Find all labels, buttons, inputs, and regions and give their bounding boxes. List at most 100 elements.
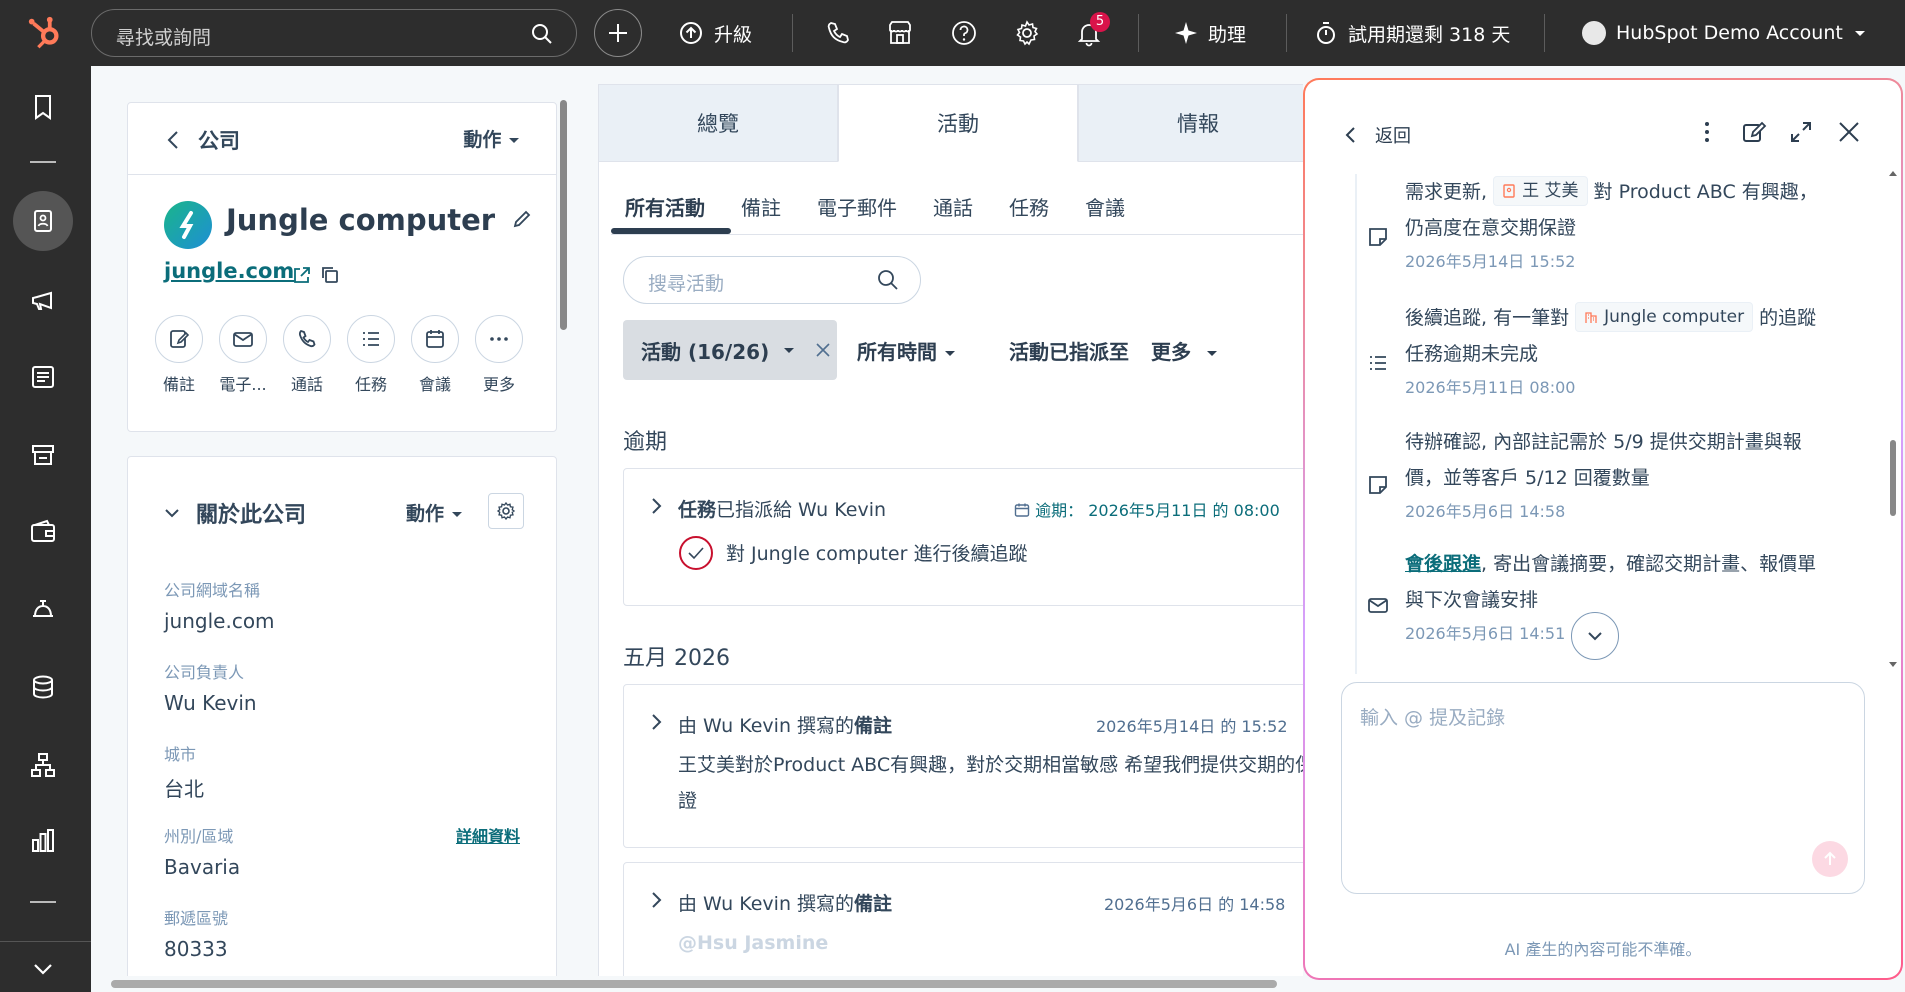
note-activity-card[interactable]: 由 Wu Kevin 撰寫的備註 2026年5月6日 的 14:58 @Hsu … (623, 862, 1303, 992)
about-actions-dropdown[interactable]: 動作 (406, 499, 463, 526)
subtab-emails[interactable]: 電子郵件 (799, 192, 915, 232)
call-action-button[interactable]: 通話 (282, 315, 332, 395)
reports-bar-chart-icon[interactable] (28, 826, 58, 856)
global-search-input[interactable]: 尋找或詢問 (91, 9, 577, 57)
note-action-button[interactable]: 備註 (154, 315, 204, 395)
ai-disclaimer: AI 產生的內容可能不準確。 (1504, 940, 1702, 959)
divider (0, 941, 91, 942)
tab-intelligence[interactable]: 情報 (1078, 84, 1303, 162)
scroll-to-bottom-button[interactable] (1571, 612, 1619, 660)
subtab-meetings[interactable]: 會議 (1067, 192, 1143, 232)
about-section-toggle[interactable]: 關於此公司 (164, 497, 306, 529)
company-chip[interactable]: Jungle computer (1575, 302, 1754, 332)
email-action-button[interactable]: 電子... (218, 315, 268, 395)
expand-icon[interactable] (1789, 120, 1813, 144)
commerce-icon[interactable] (28, 440, 58, 470)
new-chat-icon[interactable] (1741, 120, 1767, 146)
subtab-notes[interactable]: 備註 (723, 192, 799, 232)
phone-icon[interactable] (824, 19, 852, 47)
scroll-up-arrow-icon[interactable] (1888, 168, 1898, 178)
caret-down-icon (509, 138, 519, 143)
tab-activities[interactable]: 活動 (838, 84, 1078, 162)
company-domain-link[interactable]: jungle.com (164, 259, 294, 283)
edit-pencil-icon[interactable] (511, 208, 533, 230)
activity-search-input[interactable]: 搜尋活動 (623, 256, 921, 304)
more-action-button[interactable]: 更多 (474, 315, 524, 395)
close-icon[interactable] (1837, 120, 1861, 144)
note-body: 王艾美對於Product ABC有興趣，對於交期相當敏感 希望我們提供交期的保證 (678, 754, 1303, 812)
divider (1544, 14, 1545, 52)
more-filters-dropdown[interactable]: 更多 (1151, 336, 1218, 365)
property-city[interactable]: 城市 台北 (164, 741, 204, 802)
bookmark-icon[interactable] (28, 92, 58, 122)
chevron-right-icon[interactable] (650, 713, 662, 731)
hubspot-logo-icon[interactable] (26, 14, 64, 52)
overdue-task-card[interactable]: 任務已指派給 Wu Kevin 逾期： 2026年5月11日 的 08:00 對… (623, 468, 1303, 606)
activity-type-filter[interactable]: 活動 (16/26) (623, 320, 837, 380)
about-settings-button[interactable] (488, 493, 524, 529)
property-postal-code[interactable]: 郵遞區號 80333 (164, 905, 228, 961)
create-new-button[interactable] (594, 9, 642, 57)
details-link[interactable]: 詳細資料 (456, 823, 520, 847)
external-link-icon[interactable] (292, 265, 312, 285)
time-filter-dropdown[interactable]: 所有時間 (857, 336, 956, 365)
service-bell-icon[interactable] (28, 594, 58, 624)
calendar-icon (426, 330, 444, 348)
contact-chip[interactable]: 王 艾美 (1493, 176, 1588, 206)
email-icon (1368, 598, 1388, 613)
copy-icon[interactable] (320, 265, 340, 285)
complete-task-checkbox-icon[interactable] (678, 535, 714, 571)
wallet-icon[interactable] (28, 517, 58, 547)
meeting-action-button[interactable]: 會議 (410, 315, 460, 395)
summary-prefix: 後續追蹤, 有一筆對 (1405, 307, 1570, 329)
tab-overview[interactable]: 總覽 (598, 84, 838, 162)
property-label: 公司網域名稱 (164, 581, 261, 600)
org-chart-icon[interactable] (28, 750, 58, 780)
divider (1355, 174, 1357, 674)
left-column-scrollbar[interactable] (559, 82, 567, 982)
property-company-domain[interactable]: 公司網域名稱 jungle.com (164, 577, 275, 633)
note-activity-card[interactable]: 由 Wu Kevin 撰寫的備註 2026年5月14日 的 15:52 王艾美對… (623, 684, 1303, 848)
scrollbar-thumb[interactable] (560, 100, 567, 330)
more-vertical-icon[interactable] (1695, 120, 1719, 144)
actions-label: 動作 (463, 129, 502, 151)
help-icon[interactable] (950, 19, 978, 47)
scrollbar-thumb[interactable] (111, 980, 1277, 988)
send-message-button[interactable] (1812, 841, 1848, 877)
chevron-right-icon[interactable] (650, 497, 662, 515)
account-menu[interactable]: HubSpot Demo Account (1582, 0, 1867, 66)
marketing-megaphone-icon[interactable] (28, 285, 58, 315)
marketplace-icon[interactable] (886, 19, 914, 47)
caret-down-icon (784, 348, 795, 353)
assistant-scrollbar[interactable] (1888, 171, 1898, 670)
subtab-tasks[interactable]: 任務 (991, 192, 1067, 232)
upgrade-button[interactable]: 升級 (678, 0, 752, 66)
subtab-calls[interactable]: 通話 (915, 192, 991, 232)
back-to-companies-link[interactable]: 公司 (166, 125, 240, 155)
assigned-filter-dropdown[interactable]: 活動已指派至 (1009, 336, 1129, 365)
database-icon[interactable] (28, 672, 58, 702)
task-header: 任務已指派給 Wu Kevin (678, 495, 886, 522)
assistant-message-input[interactable]: 輸入 @ 提及記錄 (1341, 682, 1865, 894)
task-action-circle (347, 315, 395, 363)
assistant-button[interactable]: 助理 (1174, 0, 1246, 66)
expand-chevron-down-icon[interactable] (28, 954, 58, 984)
settings-gear-icon[interactable] (1013, 19, 1041, 47)
company-logo (164, 201, 212, 249)
subtab-all-activities[interactable]: 所有活動 (619, 192, 723, 232)
property-state-region[interactable]: 州別/區域 Bavaria (164, 823, 240, 879)
chevron-right-icon[interactable] (650, 891, 662, 909)
scrollbar-thumb[interactable] (1890, 440, 1896, 516)
content-icon[interactable] (28, 362, 58, 392)
follow-up-link[interactable]: 會後跟進 (1405, 553, 1481, 575)
record-actions-dropdown[interactable]: 動作 (463, 125, 520, 152)
clear-filter-close-icon[interactable] (815, 342, 831, 358)
scroll-down-arrow-icon[interactable] (1888, 660, 1898, 670)
horizontal-scrollbar[interactable] (91, 976, 1303, 992)
contacts-icon[interactable] (28, 206, 58, 236)
assistant-back-button[interactable]: 返回 (1345, 122, 1411, 148)
property-company-owner[interactable]: 公司負責人 Wu Kevin (164, 659, 257, 715)
task-list-icon (363, 332, 379, 346)
trial-countdown[interactable]: 試用期還剩 318 天 (1314, 0, 1510, 66)
task-action-button[interactable]: 任務 (346, 315, 396, 395)
